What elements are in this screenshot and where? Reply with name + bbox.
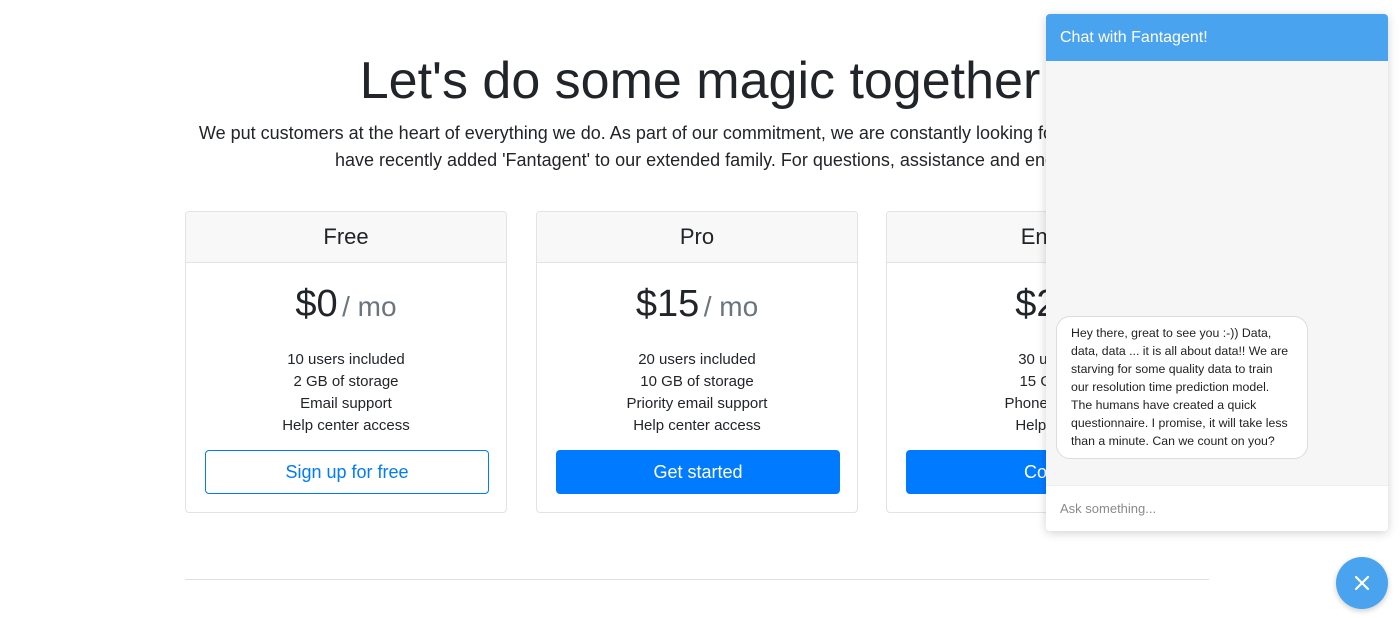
divider bbox=[185, 579, 1209, 580]
feature-list: 20 users included 10 GB of storage Prior… bbox=[537, 349, 857, 437]
pricing-card-pro: Pro $15 / mo 20 users included 10 GB of … bbox=[536, 211, 858, 513]
chat-input-bar bbox=[1046, 485, 1388, 531]
price-amount: $0 bbox=[295, 283, 338, 325]
close-icon bbox=[1354, 575, 1370, 591]
chat-widget: Chat with Fantagent! Hey there, great to… bbox=[1046, 14, 1388, 531]
feature-item: Priority email support bbox=[626, 395, 768, 412]
price: $0 / mo bbox=[186, 283, 506, 325]
price-period: / mo bbox=[703, 291, 759, 322]
feature-item: 20 users included bbox=[638, 351, 756, 368]
sign-up-button[interactable]: Sign up for free bbox=[205, 450, 489, 494]
price: $15 / mo bbox=[537, 283, 857, 325]
feature-item: 10 users included bbox=[287, 351, 405, 368]
feature-item: 2 GB of storage bbox=[293, 373, 399, 390]
get-started-button[interactable]: Get started bbox=[556, 450, 840, 494]
feature-item: Email support bbox=[300, 395, 392, 412]
card-header: Free bbox=[186, 212, 506, 263]
price-period: / mo bbox=[342, 291, 397, 322]
feature-item: Help center access bbox=[282, 417, 410, 434]
feature-item: 10 GB of storage bbox=[640, 373, 754, 390]
price-amount: $15 bbox=[635, 283, 700, 325]
chat-title: Chat with Fantagent! bbox=[1060, 28, 1208, 46]
feature-item: Help center access bbox=[633, 417, 761, 434]
feature-list: 10 users included 2 GB of storage Email … bbox=[186, 349, 506, 437]
chat-header: Chat with Fantagent! bbox=[1046, 14, 1388, 61]
pricing-card-free: Free $0 / mo 10 users included 2 GB of s… bbox=[185, 211, 507, 513]
chat-toggle-button[interactable] bbox=[1336, 557, 1388, 609]
chat-input[interactable] bbox=[1046, 486, 1388, 531]
card-header: Pro bbox=[537, 212, 857, 263]
chat-messages[interactable]: Hey there, great to see you :-)) Data, d… bbox=[1046, 61, 1388, 486]
chat-message-bot: Hey there, great to see you :-)) Data, d… bbox=[1056, 316, 1308, 459]
